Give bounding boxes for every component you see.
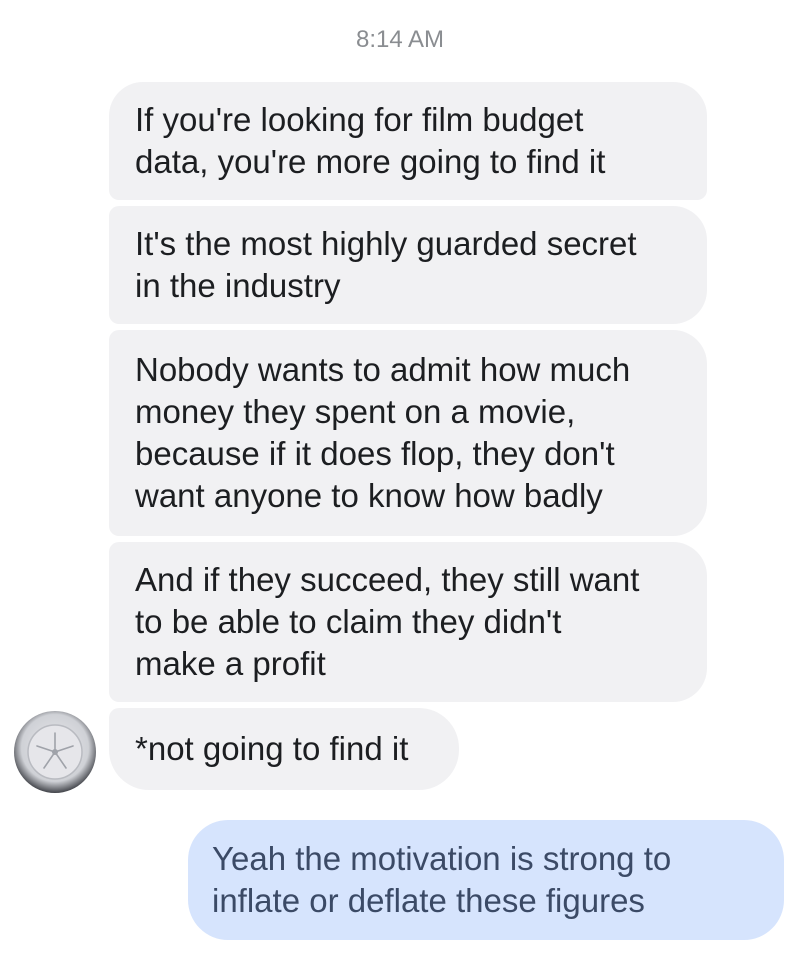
sender-avatar[interactable] (14, 711, 96, 793)
incoming-message[interactable]: And if they succeed, they still want to … (109, 542, 707, 702)
outgoing-message[interactable]: Yeah the motivation is strong to inflate… (188, 820, 784, 940)
message-timestamp: 8:14 AM (355, 26, 445, 53)
sand-dollar-icon (27, 724, 83, 780)
incoming-message[interactable]: It's the most highly guarded secret in t… (109, 206, 707, 324)
incoming-message[interactable]: Nobody wants to admit how much money the… (109, 330, 707, 536)
incoming-message[interactable]: *not going to find it (109, 708, 459, 790)
incoming-message[interactable]: If you're looking for film budget data, … (109, 82, 707, 200)
